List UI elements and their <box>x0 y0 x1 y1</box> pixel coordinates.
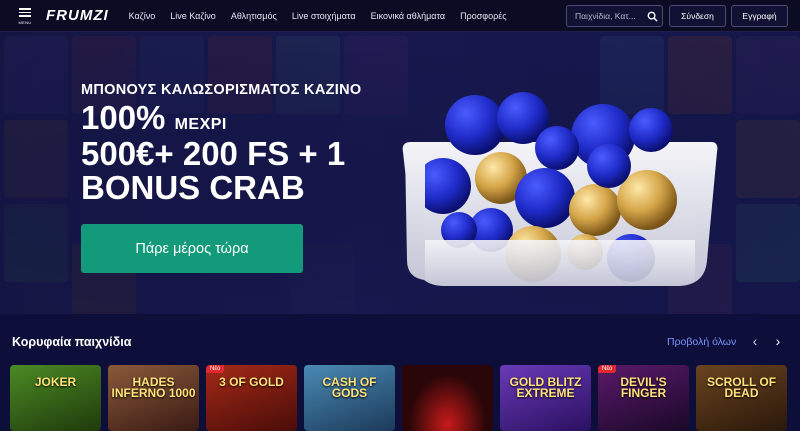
search-box[interactable] <box>566 5 663 27</box>
nav-link-live-betting[interactable]: Live στοιχήματα <box>292 11 356 21</box>
nav-link-virtual-sports[interactable]: Εικονικά αθλήματα <box>371 11 446 21</box>
search-icon[interactable] <box>647 11 658 22</box>
nav-link-sports[interactable]: Αθλητισμός <box>231 11 277 21</box>
ball-basket-image <box>402 92 718 286</box>
new-badge: Νέο <box>206 365 225 373</box>
hero-subtitle: ΜΠΟΝΟΥΣ ΚΑΛΩΣΟΡΙΣΜΑΤΟΣ ΚΑΖΙΝΟ <box>81 82 362 98</box>
top-games-title: Κορυφαία παιχνίδια <box>12 335 132 349</box>
hero-percent: 100% <box>81 99 166 136</box>
top-navbar: MENU FRUMZI Καζίνο Live Καζίνο Αθλητισμό… <box>0 0 800 32</box>
chevron-left-icon[interactable]: ‹ <box>748 333 762 349</box>
nav-link-casino[interactable]: Καζίνο <box>129 11 156 21</box>
game-card[interactable]: Νέο 3 OF GOLD <box>206 365 297 431</box>
game-title: JOKER <box>34 375 77 389</box>
game-card[interactable]: SCROLL OF DEAD <box>696 365 787 431</box>
search-input[interactable] <box>567 11 645 21</box>
hero-headline-line3: BONUS CRAB <box>81 169 305 206</box>
nav-link-live-casino[interactable]: Live Καζίνο <box>170 11 216 21</box>
hamburger-icon <box>19 6 31 19</box>
hero-banner: ΜΠΟΝΟΥΣ ΚΑΛΩΣΟΡΙΣΜΑΤΟΣ ΚΑΖΙΝΟ 100% ΜΕΧΡΙ… <box>0 32 800 314</box>
login-button[interactable]: Σύνδεση <box>669 5 726 27</box>
game-card[interactable]: Νέο DEVIL'S FINGER <box>598 365 689 431</box>
game-title: GOLD BLITZ EXTREME <box>509 375 582 400</box>
game-card[interactable]: HADES INFERNO 1000 <box>108 365 199 431</box>
game-title: SCROLL OF DEAD <box>706 375 777 400</box>
nav-link-promotions[interactable]: Προσφορές <box>460 11 507 21</box>
menu-label: MENU <box>18 19 32 25</box>
game-card[interactable]: JOKER <box>10 365 101 431</box>
menu-button[interactable]: MENU <box>12 6 38 25</box>
logo[interactable]: FRUMZI <box>46 7 109 24</box>
join-now-button[interactable]: Πάρε μέρος τώρα <box>81 224 303 273</box>
view-all-link[interactable]: Προβολή όλων <box>667 336 736 348</box>
game-title: CASH OF GODS <box>322 375 377 400</box>
new-badge: Νέο <box>598 365 617 373</box>
game-card[interactable]: GOLD BLITZ EXTREME <box>500 365 591 431</box>
hero-up-to: ΜΕΧΡΙ <box>174 116 227 133</box>
game-title: HADES INFERNO 1000 <box>111 375 196 400</box>
game-title: 3 OF GOLD <box>219 375 284 389</box>
nav-links: Καζίνο Live Καζίνο Αθλητισμός Live στοιχ… <box>129 11 507 21</box>
hero-headline-line2: 500€+ 200 FS + 1 <box>81 135 346 172</box>
top-games-carousel: JOKER HADES INFERNO 1000 Νέο 3 OF GOLD C… <box>10 365 800 431</box>
register-button[interactable]: Εγγραφή <box>731 5 788 27</box>
game-card[interactable] <box>402 365 493 431</box>
game-card[interactable]: CASH OF GODS <box>304 365 395 431</box>
game-title: DEVIL'S FINGER <box>620 375 667 400</box>
chevron-right-icon[interactable]: › <box>771 333 785 349</box>
